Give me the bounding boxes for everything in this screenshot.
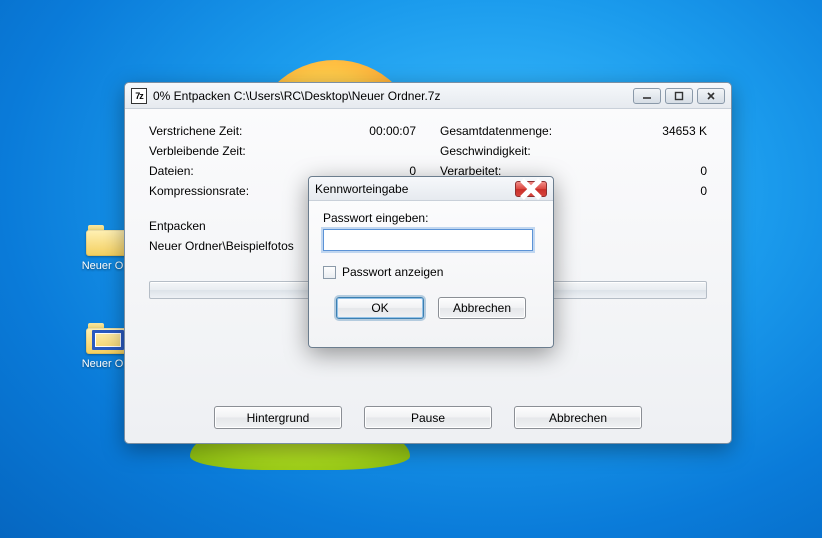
show-password-label: Passwort anzeigen (342, 265, 443, 279)
stat-label-elapsed: Verstrichene Zeit: (149, 124, 242, 138)
password-input[interactable] (323, 229, 533, 251)
stat-label-ratio: Kompressionsrate: (149, 184, 249, 198)
stat-value-elapsed: 00:00:07 (356, 124, 416, 138)
password-dialog-body: Passwort eingeben: Passwort anzeigen OK … (309, 201, 553, 319)
window-controls (633, 88, 725, 104)
maximize-icon (674, 91, 684, 101)
dialog-close-button[interactable] (515, 181, 547, 197)
close-button[interactable] (697, 88, 725, 104)
dialog-cancel-button[interactable]: Abbrechen (438, 297, 526, 319)
password-prompt-label: Passwort eingeben: (323, 211, 539, 225)
minimize-button[interactable] (633, 88, 661, 104)
cancel-button[interactable]: Abbrechen (514, 406, 642, 429)
maximize-button[interactable] (665, 88, 693, 104)
extract-window-footer: Hintergrund Pause Abbrechen (125, 406, 731, 429)
stat-value-processed: 0 (647, 164, 707, 178)
background-button[interactable]: Hintergrund (214, 406, 342, 429)
extract-window-title: 0% Entpacken C:\Users\RC\Desktop\Neuer O… (153, 89, 633, 103)
stat-label-remaining: Verbleibende Zeit: (149, 144, 246, 158)
password-dialog-title: Kennworteingabe (315, 182, 515, 196)
stat-label-files: Dateien: (149, 164, 194, 178)
stat-label-total: Gesamtdatenmenge: (440, 124, 552, 138)
stat-value-extra: 0 (647, 184, 707, 198)
show-password-checkbox[interactable] (323, 266, 336, 279)
extract-window-titlebar[interactable]: 7z 0% Entpacken C:\Users\RC\Desktop\Neue… (125, 83, 731, 109)
ok-button[interactable]: OK (336, 297, 424, 319)
close-icon (516, 174, 546, 204)
desktop: Neuer O… Neuer O… 7z 0% Entpacken C:\Use… (0, 0, 822, 538)
minimize-icon (642, 91, 652, 101)
app-icon-7z: 7z (131, 88, 147, 104)
stat-value-total: 34653 K (647, 124, 707, 138)
close-icon (706, 91, 716, 101)
stat-label-speed: Geschwindigkeit: (440, 144, 531, 158)
password-dialog-titlebar[interactable]: Kennworteingabe (309, 177, 553, 201)
password-dialog: Kennworteingabe Passwort eingeben: Passw… (308, 176, 554, 348)
pause-button[interactable]: Pause (364, 406, 492, 429)
